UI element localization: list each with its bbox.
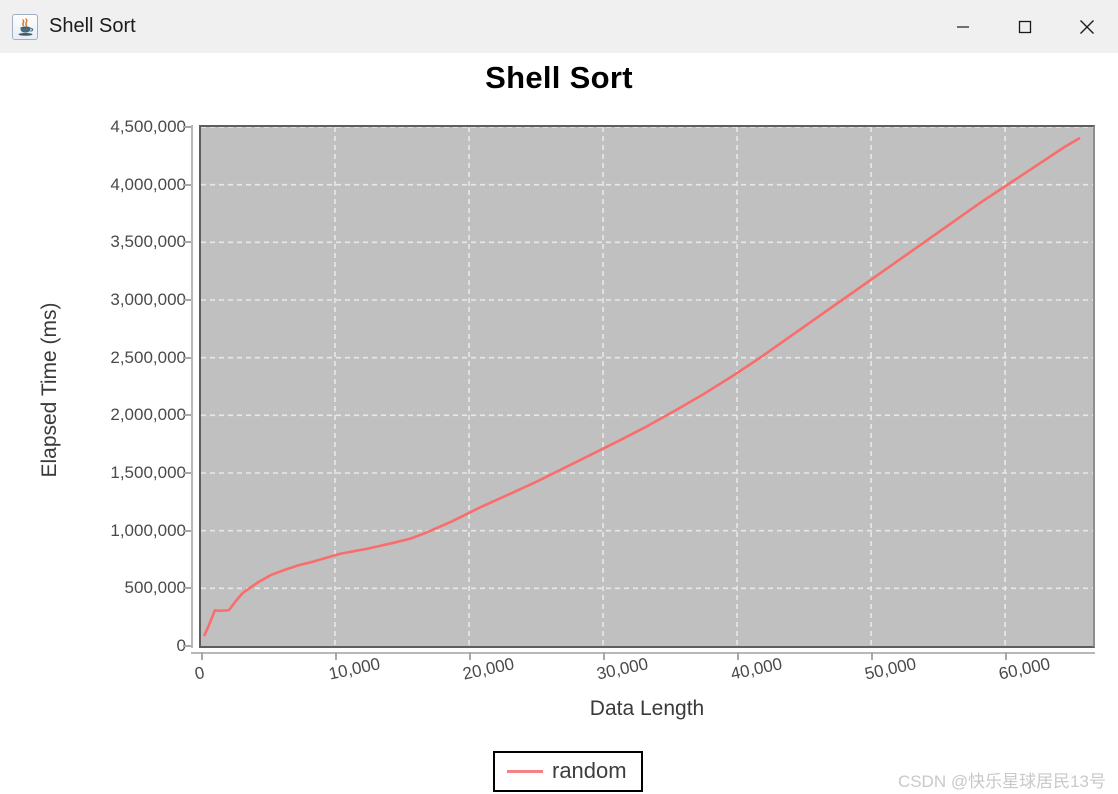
y-axis-line: [191, 125, 193, 648]
minimize-button[interactable]: [932, 0, 994, 53]
y-tick-label: 1,500,000: [110, 463, 186, 482]
close-icon: [1080, 19, 1094, 34]
legend-label-random: random: [552, 758, 627, 783]
y-axis-ticks: 0 500,000 1,000,000 1,500,000 2,000,000 2,500…: [0, 53, 191, 794]
chart-legend: random: [493, 751, 643, 792]
java-coffee-cup-icon: [12, 13, 38, 40]
y-tick-mark: [183, 472, 191, 474]
maximize-button[interactable]: [994, 0, 1056, 53]
y-tick-label: 3,000,000: [110, 290, 186, 309]
y-tick-mark: [183, 241, 191, 244]
x-tick-mark: [1005, 652, 1008, 660]
legend-line-swatch: [507, 769, 543, 773]
window-titlebar: Shell Sort: [0, 0, 1118, 53]
y-tick-label: 4,500,000: [110, 117, 186, 136]
window-controls: [932, 0, 1118, 53]
maximize-icon: [1018, 20, 1032, 33]
y-tick-mark: [183, 299, 191, 301]
plot-area: [199, 125, 1095, 648]
x-tick-mark: [335, 652, 337, 660]
y-tick-label: 2,000,000: [110, 405, 186, 425]
x-tick-mark: [201, 652, 203, 660]
x-tick-label: 0: [193, 663, 207, 684]
x-tick-mark: [603, 652, 606, 660]
y-tick-mark: [183, 183, 191, 186]
chart-panel: Shell Sort Elapsed Time (ms) Data Length…: [0, 53, 1118, 794]
y-tick-label: 3,500,000: [110, 232, 186, 252]
y-tick-label: 2,500,000: [110, 347, 186, 367]
titlebar-left-group: Shell Sort: [0, 0, 932, 53]
x-tick-mark: [871, 652, 874, 660]
close-button[interactable]: [1056, 0, 1118, 53]
y-tick-mark: [183, 126, 191, 128]
y-tick-label: 500,000: [124, 578, 186, 598]
y-tick-label: 4,000,000: [110, 174, 186, 194]
y-tick-mark: [183, 356, 191, 359]
y-tick-mark: [183, 529, 191, 532]
y-tick-label: 1,000,000: [110, 520, 186, 540]
x-tick-mark: [737, 652, 740, 660]
watermark-text: CSDN @快乐星球居民13号: [897, 772, 1106, 791]
plot-svg: [201, 127, 1093, 646]
y-tick-mark: [183, 587, 191, 590]
y-tick-mark: [183, 414, 191, 417]
x-tick-mark: [469, 652, 472, 660]
x-axis-title: Data Length: [589, 697, 705, 720]
y-tick-mark: [183, 645, 191, 647]
window-title: Shell Sort: [49, 15, 136, 37]
minimize-icon: [957, 25, 969, 28]
